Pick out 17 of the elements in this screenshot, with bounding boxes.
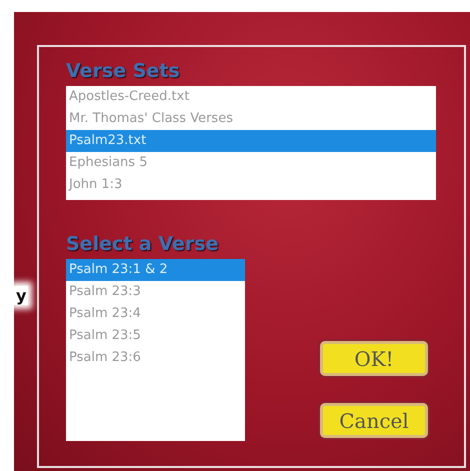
list-box[interactable]: Psalm 23:1 & 2 Psalm 23:3 Psalm 23:4 Psalm 23:5 Psalm 23:6 — [66, 259, 245, 441]
list-item[interactable]: Psalm 23:4 — [66, 303, 245, 325]
ok-button[interactable]: OK! — [320, 341, 428, 376]
section-heading: Select a Verse — [66, 232, 218, 256]
list-item[interactable]: Ephesians 5 — [66, 152, 436, 174]
list-item[interactable]: Psalm 23:3 — [66, 281, 245, 303]
section-heading: Verse Sets — [66, 59, 180, 83]
list-item[interactable]: Apostles-Creed.txt — [66, 86, 436, 108]
list-item[interactable]: Psalm 23:5 — [66, 325, 245, 347]
list-item[interactable]: Psalm 23:6 — [66, 347, 245, 369]
list-item[interactable]: Psalm 23:1 & 2 — [66, 259, 245, 281]
list-item[interactable]: Psalm23.txt — [66, 130, 436, 152]
side-label: y — [14, 286, 28, 305]
cancel-button[interactable]: Cancel — [320, 403, 428, 438]
list-box[interactable]: Apostles-Creed.txt Mr. Thomas' Class Verses Psalm23.txt Ephesians 5 John 1:3 — [66, 86, 436, 200]
list-item[interactable]: John 1:3 — [66, 174, 436, 196]
list-item[interactable]: Mr. Thomas' Class Verses — [66, 108, 436, 130]
